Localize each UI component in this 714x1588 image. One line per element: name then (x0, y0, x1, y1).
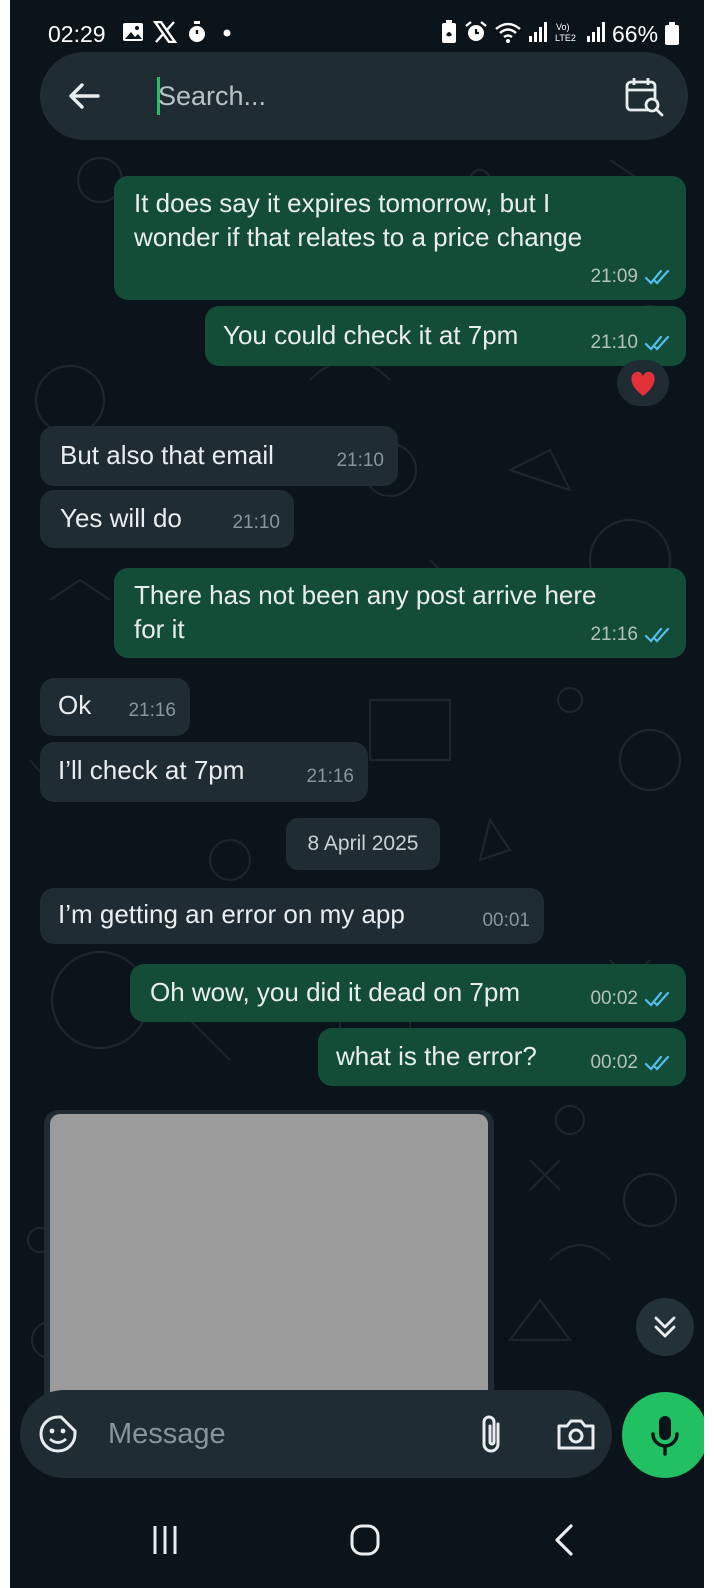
message-text: I’ll check at 7pm (58, 755, 245, 785)
message-text: There has not been any post arrive here (134, 580, 597, 610)
message-time: 00:02 (590, 988, 638, 1009)
battery-saver-icon (442, 20, 456, 43)
signal-icon (529, 22, 547, 42)
message-incoming[interactable]: But also that email 21:10 (40, 426, 398, 486)
status-time: 02:29 (48, 21, 106, 47)
message-time: 21:10 (590, 332, 638, 353)
message-meta: 21:16 (590, 618, 672, 652)
stopwatch-icon (189, 21, 205, 42)
message-meta: 21:10 (590, 326, 672, 360)
message-time: 21:09 (590, 266, 638, 287)
message-reaction[interactable] (617, 360, 669, 406)
svg-text:LTE2: LTE2 (555, 33, 576, 43)
read-receipt-icon (644, 269, 670, 285)
redacted-image[interactable] (50, 1114, 488, 1404)
message-time: 21:16 (306, 766, 354, 787)
search-input[interactable] (158, 72, 598, 120)
status-bar: 02:29 Vo) LTE2 66% (10, 0, 704, 60)
chat-screen: 02:29 Vo)LTE2 66% It does say it expires… (10, 0, 704, 1588)
scroll-to-bottom-button[interactable] (636, 1298, 694, 1356)
image-message[interactable] (44, 1110, 494, 1410)
message-time: 21:16 (128, 700, 176, 721)
wifi-icon (495, 22, 521, 43)
gallery-icon (123, 23, 143, 41)
message-meta: 21:09 (590, 260, 672, 294)
microphone-icon (651, 1416, 679, 1456)
heart-emoji-icon (631, 371, 655, 396)
message-text: You could check it at 7pm (223, 320, 519, 350)
message-text: what is the error? (336, 1041, 537, 1071)
system-nav-bar (10, 1490, 704, 1588)
message-meta: 00:02 (590, 982, 672, 1016)
sticker-emoji-icon[interactable] (36, 1412, 80, 1456)
message-meta: 21:16 (306, 760, 354, 794)
voice-message-button[interactable] (622, 1392, 704, 1478)
message-outgoing[interactable]: You could check it at 7pm 21:10 (205, 306, 686, 366)
battery-icon (665, 22, 679, 45)
message-incoming[interactable]: I’m getting an error on my app 00:01 (40, 888, 544, 944)
message-outgoing[interactable]: There has not been any post arrive here … (114, 568, 686, 658)
read-receipt-icon (644, 627, 670, 643)
message-time: 00:01 (482, 910, 530, 931)
battery-percent: 66% (612, 21, 659, 47)
message-incoming[interactable]: I’ll check at 7pm 21:16 (40, 742, 368, 802)
message-text: But also that email (60, 440, 274, 470)
message-incoming[interactable]: Ok 21:16 (40, 678, 190, 736)
message-input[interactable] (108, 1410, 448, 1458)
svg-text:Vo): Vo) (556, 22, 570, 32)
back-icon[interactable] (540, 1518, 590, 1562)
search-bar (40, 52, 688, 140)
message-meta: 21:10 (232, 506, 280, 540)
message-text: for it (134, 614, 185, 644)
message-meta: 21:10 (336, 444, 384, 478)
paperclip-icon[interactable] (472, 1410, 512, 1458)
date-separator: 8 April 2025 (286, 818, 440, 870)
back-arrow-icon[interactable] (64, 76, 104, 116)
message-text: Yes will do (60, 503, 182, 533)
message-text: Oh wow, you did it dead on 7pm (150, 977, 521, 1007)
message-meta: 21:16 (128, 694, 176, 728)
message-time: 00:02 (590, 1052, 638, 1073)
x-logo-icon (153, 21, 177, 43)
message-outgoing[interactable]: what is the error? 00:02 (318, 1028, 686, 1086)
recents-icon[interactable] (140, 1518, 190, 1562)
volte-lte2-icon: Vo)LTE2 (555, 22, 576, 43)
read-receipt-icon (644, 1055, 670, 1071)
message-text: wonder if that relates to a price change (134, 222, 583, 252)
message-time: 21:16 (590, 624, 638, 645)
camera-icon[interactable] (554, 1412, 598, 1456)
message-text: Ok (58, 690, 92, 720)
search-by-date-icon[interactable] (622, 74, 666, 118)
message-outgoing[interactable]: It does say it expires tomorrow, but I w… (114, 176, 686, 300)
message-meta: 00:02 (590, 1046, 672, 1080)
dot-icon (223, 29, 231, 37)
status-notification-icons (122, 20, 237, 44)
message-text: I’m getting an error on my app (58, 899, 405, 929)
alarm-icon (465, 21, 487, 41)
message-outgoing[interactable]: Oh wow, you did it dead on 7pm 00:02 (130, 964, 686, 1022)
home-icon[interactable] (340, 1518, 390, 1562)
signal-icon (587, 22, 605, 42)
message-time: 21:10 (336, 450, 384, 471)
message-text: It does say it expires tomorrow, but I (134, 188, 551, 218)
status-system-icons: Vo) LTE2 (440, 20, 606, 44)
read-receipt-icon (644, 991, 670, 1007)
message-time: 21:10 (232, 512, 280, 533)
message-incoming[interactable]: Yes will do 21:10 (40, 490, 294, 548)
double-chevron-down-icon (654, 1316, 676, 1338)
read-receipt-icon (644, 335, 670, 351)
message-composer (20, 1390, 612, 1478)
message-meta: 00:01 (482, 904, 530, 938)
